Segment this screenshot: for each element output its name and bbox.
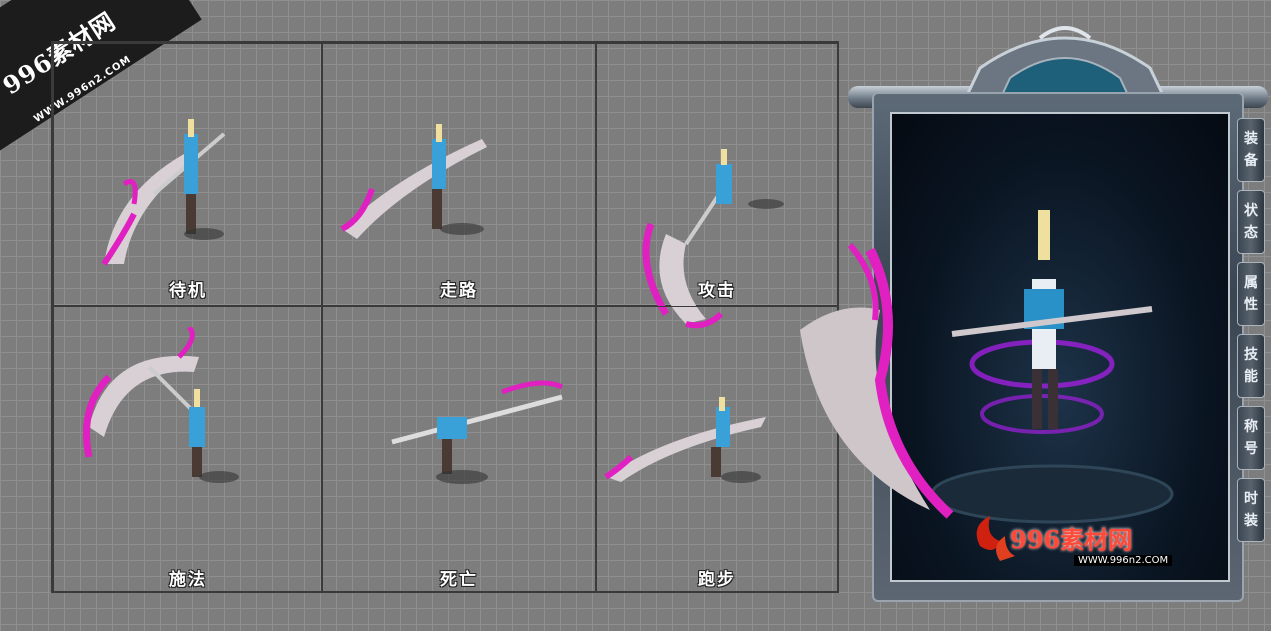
idle-sprite-icon bbox=[101, 119, 226, 266]
frame-idle[interactable]: 待机 bbox=[53, 43, 323, 306]
logo-url: WWW.996n2.COM bbox=[1074, 555, 1173, 566]
walk-sprite-icon bbox=[340, 124, 487, 239]
tab-status[interactable]: 状态 bbox=[1237, 190, 1265, 254]
frame-walk[interactable]: 走路 bbox=[321, 43, 597, 306]
run-sprite-icon bbox=[604, 397, 766, 483]
tab-attributes[interactable]: 属性 bbox=[1237, 262, 1265, 326]
frame-label-death: 死亡 bbox=[440, 570, 478, 590]
frame-label-cast: 施法 bbox=[169, 570, 207, 590]
animation-frame-grid: 待机 走路 攻击 施法 死亡 跑步 bbox=[51, 41, 839, 593]
logo-text: 996素材网 bbox=[1010, 525, 1133, 554]
tab-fashion[interactable]: 时装 bbox=[1237, 478, 1265, 542]
death-sprite-icon bbox=[391, 380, 564, 484]
cast-sprite-icon bbox=[83, 327, 239, 483]
tab-equip[interactable]: 装备 bbox=[1237, 118, 1265, 182]
frame-label-idle: 待机 bbox=[169, 281, 207, 301]
frame-death[interactable]: 死亡 bbox=[321, 306, 597, 593]
tab-skills[interactable]: 技能 bbox=[1237, 334, 1265, 398]
panel-side-tabs: 装备 状态 属性 技能 称号 时装 bbox=[1237, 118, 1267, 550]
tab-title[interactable]: 称号 bbox=[1237, 406, 1265, 470]
frame-label-run: 跑步 bbox=[698, 570, 736, 590]
scythe-weapon-icon bbox=[800, 243, 954, 519]
frame-label-walk: 走路 bbox=[440, 281, 478, 301]
frame-cast[interactable]: 施法 bbox=[53, 306, 323, 593]
